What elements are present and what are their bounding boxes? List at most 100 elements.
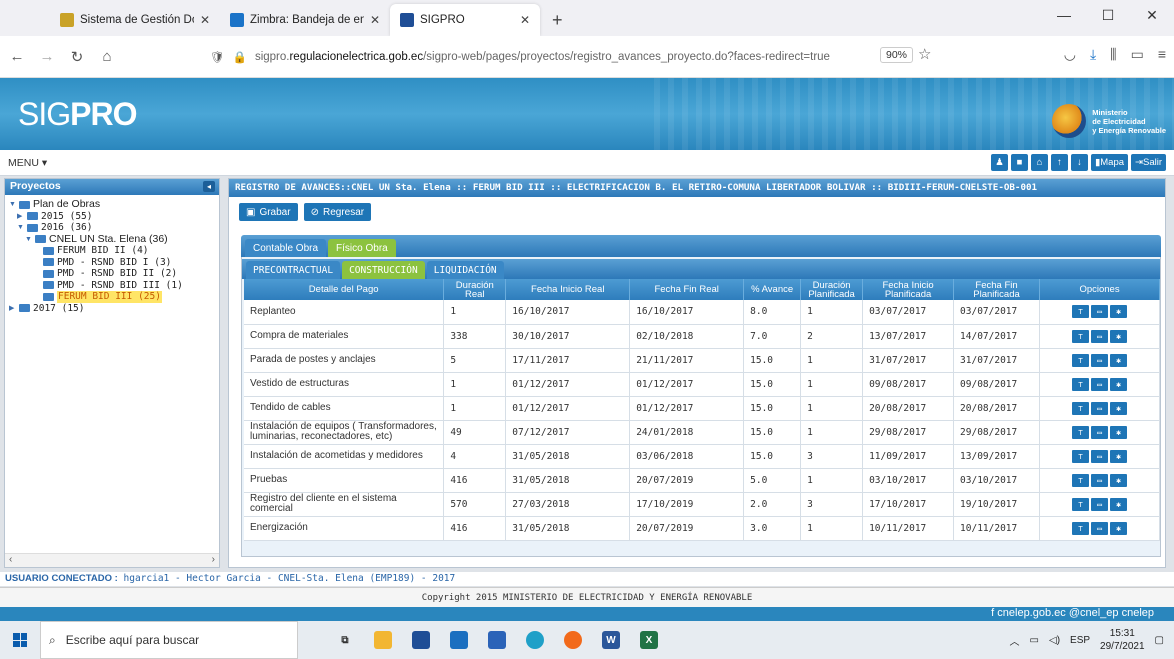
upload-icon[interactable]: ↑ bbox=[1051, 154, 1069, 171]
edit-icon[interactable]: ▭ bbox=[1091, 329, 1108, 343]
social-links[interactable]: f cnelep.gob.ec @cnel_ep cnelep bbox=[991, 607, 1154, 619]
edit-icon[interactable]: ▭ bbox=[1091, 473, 1108, 487]
filter-icon[interactable]: ⊤ bbox=[1072, 353, 1089, 367]
tree-node-ferum-bid-ii[interactable]: FERUM BID II (4) bbox=[7, 245, 217, 257]
table-row[interactable]: Registro del cliente en el sistema comer… bbox=[244, 492, 1160, 517]
table-row[interactable]: Tendido de cables 1 01/12/2017 01/12/2017 15… bbox=[244, 396, 1160, 421]
settings-icon[interactable]: ✱ bbox=[1110, 305, 1127, 319]
edge-icon[interactable] bbox=[526, 631, 544, 649]
close-tab-icon[interactable]: ✕ bbox=[370, 13, 380, 27]
volume-icon[interactable]: ◁) bbox=[1049, 635, 1060, 646]
table-row[interactable]: Replanteo 1 16/10/2017 16/10/2017 8.0 1 03/07/… bbox=[244, 300, 1160, 325]
close-window-icon[interactable]: ✕ bbox=[1130, 0, 1174, 30]
download-icon[interactable]: ⤓ bbox=[1090, 46, 1096, 63]
edit-icon[interactable]: ▭ bbox=[1091, 497, 1108, 511]
back-icon[interactable]: ← bbox=[4, 44, 30, 70]
hamburger-menu-icon[interactable]: ≡ bbox=[1158, 46, 1166, 63]
table-row[interactable]: Compra de materiales 338 30/10/2017 02/10/2… bbox=[244, 324, 1160, 349]
tab-fisico-obra[interactable]: Físico Obra bbox=[328, 239, 396, 257]
filter-icon[interactable]: ⊤ bbox=[1072, 497, 1089, 511]
settings-icon[interactable]: ✱ bbox=[1110, 473, 1127, 487]
scroll-right-icon[interactable]: › bbox=[212, 554, 215, 567]
store-icon[interactable] bbox=[412, 631, 430, 649]
settings-icon[interactable]: ✱ bbox=[1110, 329, 1127, 343]
notifications-icon[interactable]: ▢ bbox=[1155, 635, 1164, 646]
filter-icon[interactable]: ⊤ bbox=[1072, 305, 1089, 319]
tab-contable-obra[interactable]: Contable Obra bbox=[245, 239, 327, 257]
col-header[interactable]: Fecha Inicio Real bbox=[505, 279, 631, 300]
excel-icon[interactable]: X bbox=[640, 631, 658, 649]
col-header[interactable]: Duración Planificada bbox=[800, 279, 864, 300]
grabar-button[interactable]: ▣ Grabar bbox=[239, 203, 298, 221]
clock[interactable]: 15:31 29/7/2021 bbox=[1100, 627, 1145, 653]
filter-icon[interactable]: ⊤ bbox=[1072, 449, 1089, 463]
edit-icon[interactable]: ▭ bbox=[1091, 305, 1108, 319]
taskbar-search[interactable]: ⌕ Escribe aquí para buscar bbox=[40, 621, 298, 659]
tree-node-cnel[interactable]: ▼ CNEL UN Sta. Elena (36) bbox=[7, 233, 217, 246]
settings-icon[interactable]: ✱ bbox=[1110, 425, 1127, 439]
settings-icon[interactable]: ✱ bbox=[1110, 377, 1127, 391]
mapa-button[interactable]: ▮ Mapa bbox=[1091, 154, 1129, 171]
language-indicator[interactable]: ESP bbox=[1070, 635, 1090, 646]
col-header[interactable]: Fecha Fin Planificada bbox=[953, 279, 1041, 300]
home-icon[interactable]: ⌂ bbox=[94, 44, 120, 70]
tree-node-pmd-ii[interactable]: PMD - RSND BID II (2) bbox=[7, 268, 217, 280]
tree-node-2015[interactable]: ▶ 2015 (55) bbox=[7, 211, 217, 223]
menu-dropdown[interactable]: MENU ▾ bbox=[8, 157, 47, 169]
settings-icon[interactable]: ✱ bbox=[1110, 521, 1127, 535]
browser-tab-zimbra[interactable]: Zimbra: Bandeja de entrada ✕ bbox=[220, 4, 390, 36]
browser-tab-sigpro[interactable]: SIGPRO ✕ bbox=[390, 4, 540, 36]
minimize-icon[interactable]: — bbox=[1042, 0, 1086, 30]
table-row[interactable]: Parada de postes y anclajes 5 17/11/2017 21… bbox=[244, 348, 1160, 373]
close-tab-icon[interactable]: ✕ bbox=[520, 13, 530, 27]
library-icon[interactable]: ⫼ bbox=[1110, 46, 1116, 63]
browser-tab-sgd[interactable]: Sistema de Gestión Documenta ✕ bbox=[50, 4, 220, 36]
sidebar-icon[interactable]: ▭ bbox=[1131, 46, 1144, 63]
address-bar[interactable]: 🛡 🔒 sigpro. regulacionelectrica.gob.ec/si… bbox=[210, 44, 920, 70]
tree-node-2017[interactable]: ▶ 2017 (15) bbox=[7, 303, 217, 315]
tree-node-2016[interactable]: ▼ 2016 (36) bbox=[7, 222, 217, 234]
filter-icon[interactable]: ⊤ bbox=[1072, 377, 1089, 391]
horizontal-scrollbar[interactable]: ‹ › bbox=[5, 553, 219, 567]
tree-node-pmd-i[interactable]: PMD - RSND BID I (3) bbox=[7, 257, 217, 269]
edit-icon[interactable]: ▭ bbox=[1091, 449, 1108, 463]
mail-icon[interactable] bbox=[450, 631, 468, 649]
firefox-icon[interactable] bbox=[564, 631, 582, 649]
file-explorer-icon[interactable] bbox=[374, 631, 392, 649]
new-tab-button[interactable]: + bbox=[540, 4, 575, 36]
app-icon[interactable] bbox=[488, 631, 506, 649]
pocket-icon[interactable]: ◡ bbox=[1064, 46, 1076, 63]
network-icon[interactable]: ▭ bbox=[1030, 635, 1039, 646]
tree-node-pmd-iii[interactable]: PMD - RSND BID III (1) bbox=[7, 280, 217, 292]
tab-construccion[interactable]: CONSTRUCCIÓN bbox=[342, 261, 425, 279]
table-row[interactable]: Energización 416 31/05/2018 20/07/2019 3.0 1 1… bbox=[244, 516, 1160, 541]
bookmark-star-icon[interactable]: ☆ bbox=[918, 45, 931, 63]
col-header[interactable]: Fecha Fin Real bbox=[629, 279, 745, 300]
forward-icon[interactable]: → bbox=[34, 44, 60, 70]
filter-icon[interactable]: ⊤ bbox=[1072, 521, 1089, 535]
edit-icon[interactable]: ▭ bbox=[1091, 401, 1108, 415]
settings-icon[interactable]: ✱ bbox=[1110, 353, 1127, 367]
settings-icon[interactable]: ✱ bbox=[1110, 449, 1127, 463]
col-header[interactable]: % Avance bbox=[743, 279, 802, 300]
tray-chevron-icon[interactable]: ︿ bbox=[1010, 633, 1020, 648]
edit-icon[interactable]: ▭ bbox=[1091, 425, 1108, 439]
download-button-icon[interactable]: ↓ bbox=[1071, 154, 1089, 171]
maximize-icon[interactable]: ☐ bbox=[1086, 0, 1130, 30]
col-header[interactable]: Duración Real bbox=[443, 279, 507, 300]
task-view-icon[interactable]: ⧉ bbox=[336, 631, 354, 649]
lock-button-icon[interactable]: ■ bbox=[1011, 154, 1029, 171]
close-tab-icon[interactable]: ✕ bbox=[200, 13, 210, 27]
salir-button[interactable]: ⇥ Salir bbox=[1131, 154, 1166, 171]
regresar-button[interactable]: ⊘ Regresar bbox=[303, 203, 372, 221]
col-header[interactable]: Fecha Inicio Planificada bbox=[862, 279, 955, 300]
table-row[interactable]: Pruebas 416 31/05/2018 20/07/2019 5.0 1 03/10/… bbox=[244, 468, 1160, 493]
filter-icon[interactable]: ⊤ bbox=[1072, 473, 1089, 487]
filter-icon[interactable]: ⊤ bbox=[1072, 401, 1089, 415]
table-row[interactable]: Vestido de estructuras 1 01/12/2017 01/12/2… bbox=[244, 372, 1160, 397]
edit-icon[interactable]: ▭ bbox=[1091, 521, 1108, 535]
edit-icon[interactable]: ▭ bbox=[1091, 377, 1108, 391]
zoom-level[interactable]: 90% bbox=[880, 47, 914, 63]
word-icon[interactable]: W bbox=[602, 631, 620, 649]
user-icon[interactable]: ♟ bbox=[991, 154, 1009, 171]
